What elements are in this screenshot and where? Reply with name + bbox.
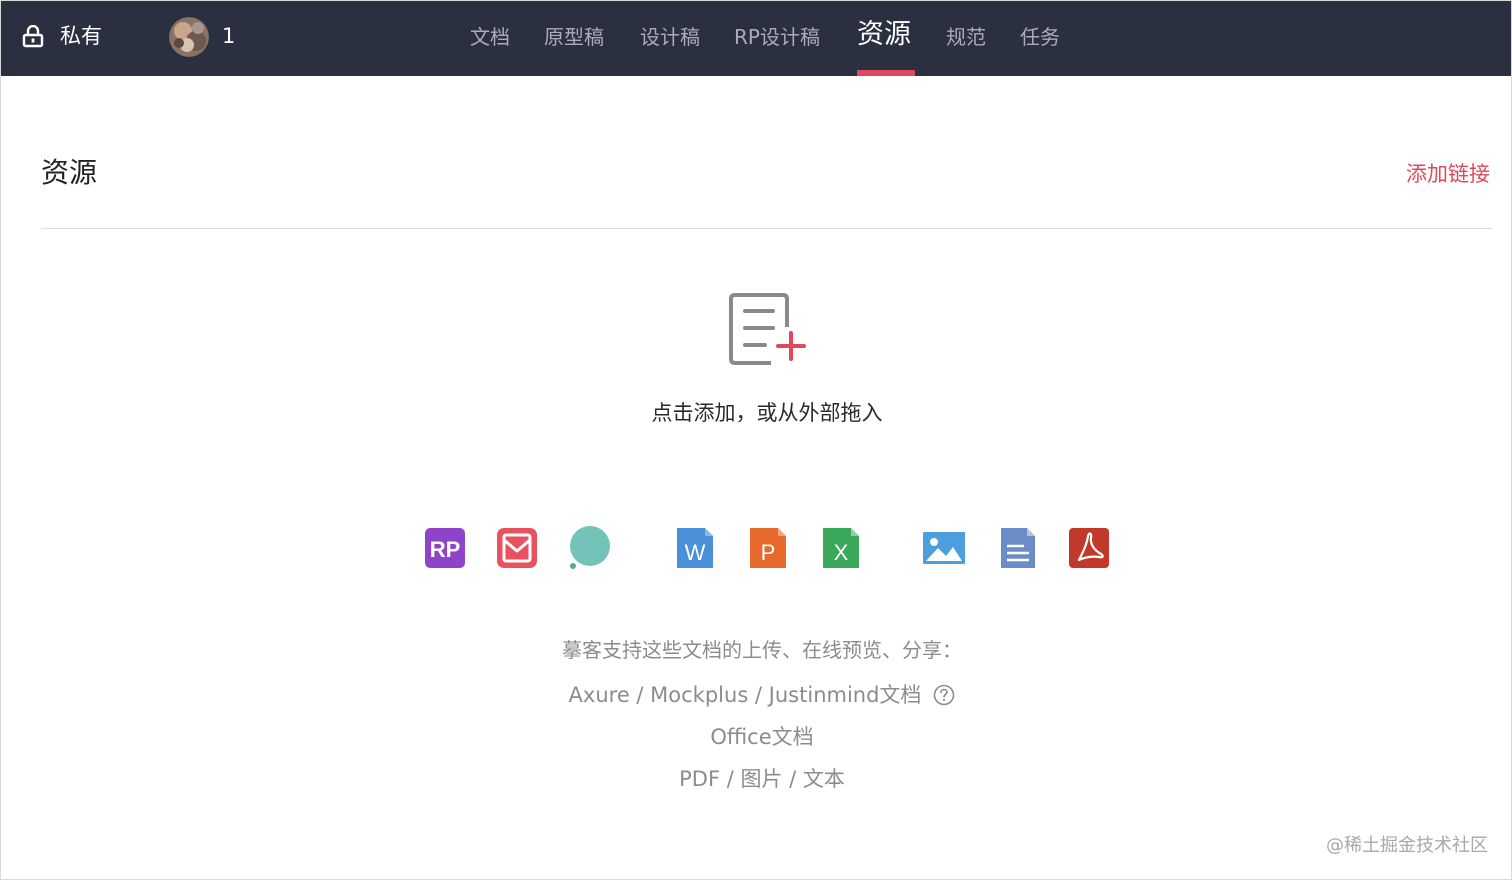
word-icon: W	[677, 528, 713, 568]
active-tab-indicator	[857, 70, 915, 76]
watermark: @稀土掘金技术社区	[1326, 835, 1488, 856]
top-nav-bar: 私有 1 文档 原型稿 设计稿 RP设计稿 资源 规范 任务	[1, 1, 1511, 76]
add-document-icon[interactable]	[725, 291, 807, 371]
page-title: 资源	[41, 156, 98, 189]
tab-designs[interactable]: 设计稿	[640, 1, 700, 76]
axure-rp-icon: RP	[425, 528, 465, 568]
app-window: 私有 1 文档 原型稿 设计稿 RP设计稿 资源 规范 任务 资源 添加链接 点…	[0, 0, 1512, 880]
tab-rp-designs[interactable]: RP设计稿	[734, 1, 820, 76]
svg-text:W: W	[685, 540, 706, 565]
tab-tasks[interactable]: 任务	[1020, 1, 1060, 76]
header-divider	[41, 228, 1492, 229]
svg-text:P: P	[761, 540, 776, 565]
tab-prototypes[interactable]: 原型稿	[544, 1, 604, 76]
supported-formats-pdf: PDF / 图片 / 文本	[679, 767, 845, 791]
supported-formats-prototype: Axure / Mockplus / Justinmind文档	[457, 680, 1067, 710]
tab-docs[interactable]: 文档	[470, 1, 510, 76]
member-avatar[interactable]	[169, 17, 209, 57]
justinmind-icon	[570, 526, 610, 569]
supported-prototype-label: Axure / Mockplus / Justinmind文档	[568, 683, 922, 707]
text-icon	[1001, 528, 1035, 568]
powerpoint-icon: P	[750, 528, 786, 568]
member-count[interactable]: 1	[222, 22, 235, 50]
tab-resources[interactable]: 资源	[857, 1, 911, 76]
visibility-label[interactable]: 私有	[60, 22, 102, 50]
upload-hint[interactable]: 点击添加，或从外部拖入	[557, 398, 977, 428]
add-link-button[interactable]: 添加链接	[1406, 159, 1490, 189]
mockplus-icon	[497, 528, 537, 568]
image-icon	[923, 532, 965, 564]
supported-formats-title: 摹客支持这些文档的上传、在线预览、分享：	[562, 638, 962, 662]
pdf-icon	[1069, 528, 1109, 568]
excel-icon: X	[823, 528, 859, 568]
supported-formats-office: Office文档	[710, 725, 814, 749]
lock-icon[interactable]	[21, 25, 45, 49]
svg-text:RP: RP	[430, 537, 461, 562]
help-icon[interactable]	[933, 684, 955, 706]
tab-specs[interactable]: 规范	[946, 1, 986, 76]
svg-text:X: X	[834, 540, 849, 565]
